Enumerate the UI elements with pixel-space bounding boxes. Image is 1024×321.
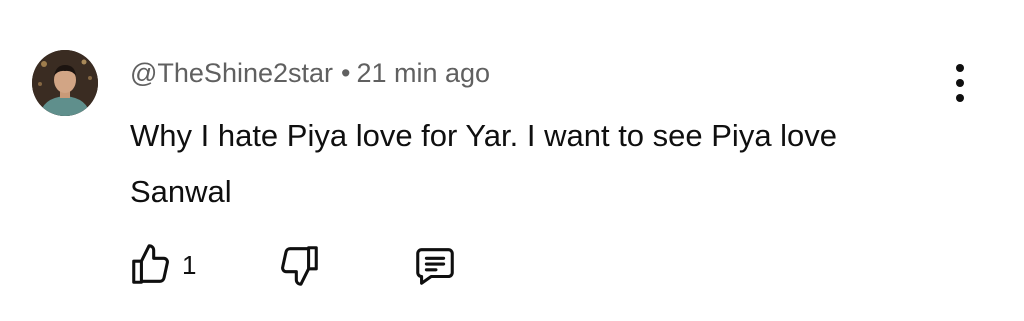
more-vert-icon-dot (956, 94, 964, 102)
dislike-button[interactable] (276, 240, 322, 290)
avatar[interactable] (32, 50, 98, 116)
more-options-button[interactable] (940, 58, 980, 108)
thumb-down-icon (281, 246, 318, 286)
more-vert-icon-dot (956, 64, 964, 72)
more-vert-icon-dot (956, 79, 964, 87)
comment-item: @TheShine2star • 21 min ago Why I hate Piy… (0, 0, 1024, 321)
reply-button[interactable] (412, 240, 458, 290)
like-button[interactable]: 1 (128, 240, 196, 290)
comment-header: @TheShine2star • 21 min ago (130, 56, 490, 90)
comment-timestamp[interactable]: 21 min ago (356, 58, 490, 88)
like-count: 1 (182, 249, 197, 280)
avatar-image (32, 50, 98, 116)
comment-text: Why I hate Piya love for Yar. I want to … (130, 118, 838, 209)
thumb-up-icon (132, 244, 169, 284)
separator-dot: • (341, 58, 351, 88)
author-name[interactable]: @TheShine2star (130, 58, 333, 88)
comment-icon (416, 248, 454, 285)
